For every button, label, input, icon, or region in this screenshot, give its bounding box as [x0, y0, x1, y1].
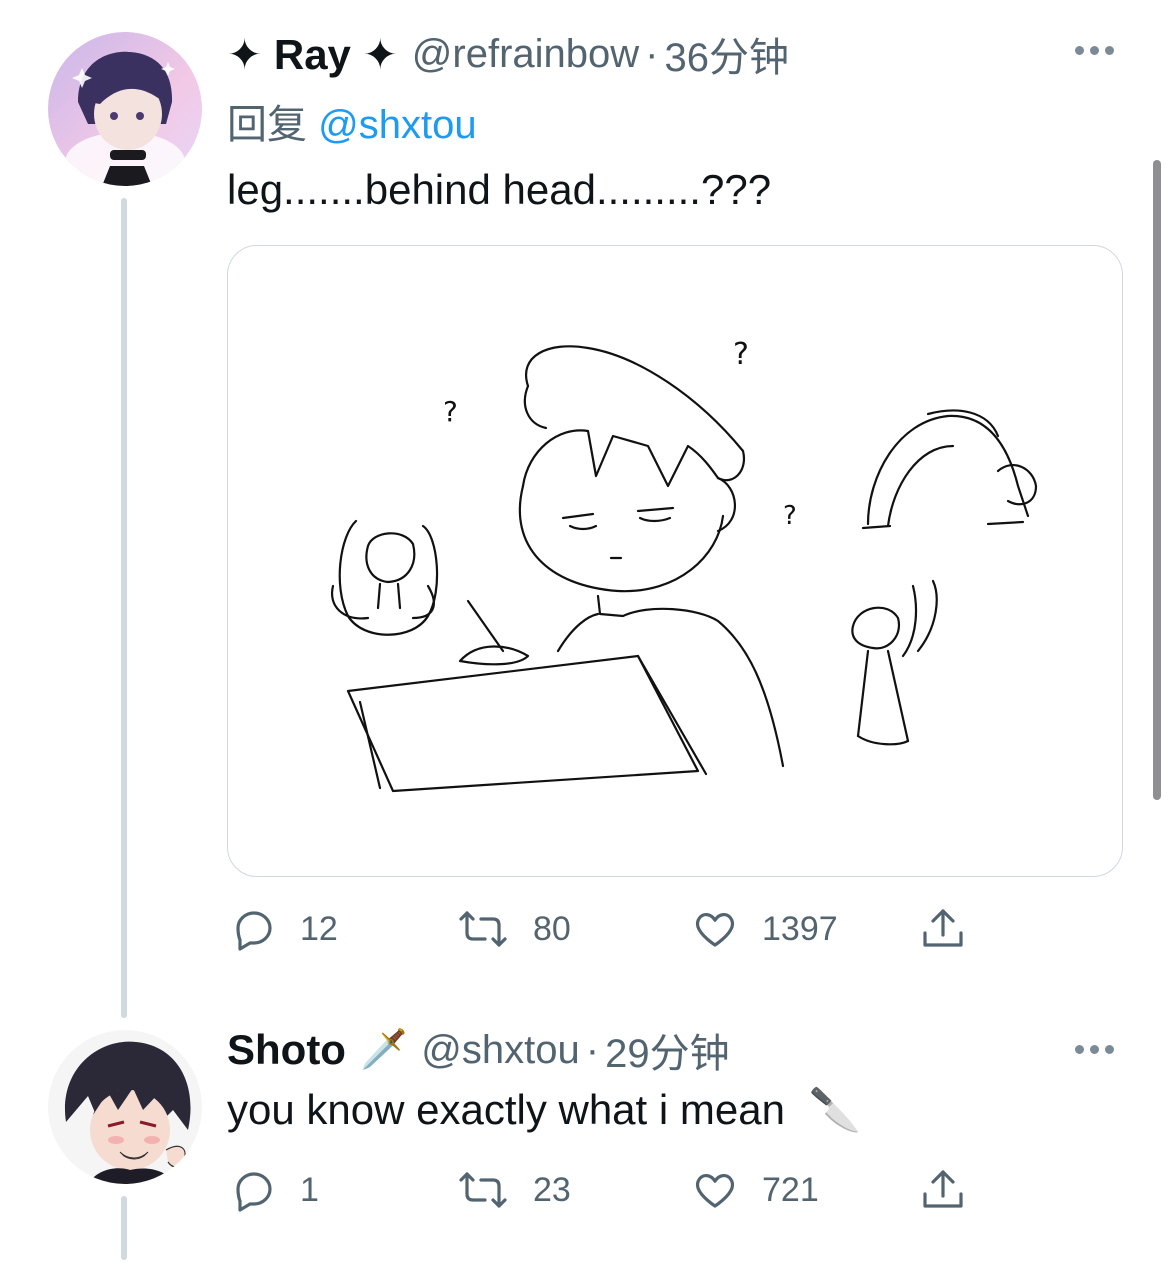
tweet-text: leg.......behind head.........???: [227, 166, 772, 213]
avatar[interactable]: [48, 1030, 202, 1184]
separator-dot: ·: [645, 31, 659, 76]
more-horizontal-icon[interactable]: [1075, 1045, 1114, 1054]
tweet-header: ✦ Ray ✦ @refrainbow · 36分钟: [227, 25, 789, 83]
svg-text:?: ?: [443, 395, 458, 428]
user-handle[interactable]: @shxtou: [421, 1028, 579, 1073]
svg-text:?: ?: [783, 501, 797, 531]
heart-icon: [690, 1166, 740, 1214]
like-action[interactable]: 1397: [690, 905, 838, 953]
reply-count: 1: [300, 1170, 319, 1209]
tweet-media-image[interactable]: ? ? ?: [227, 245, 1123, 877]
separator-dot: ·: [585, 1027, 600, 1072]
like-action[interactable]: 721: [690, 1166, 819, 1214]
svg-text:?: ?: [733, 337, 749, 372]
thread-line-bottom: [121, 1196, 127, 1260]
retweet-action[interactable]: 80: [455, 905, 571, 953]
more-horizontal-icon[interactable]: [1075, 46, 1114, 55]
tweet-text: you know exactly what i mean 🔪: [227, 1086, 861, 1135]
share-icon: [918, 905, 968, 953]
dagger-icon: 🗡️: [359, 1029, 408, 1071]
display-name[interactable]: ✦ Ray ✦: [227, 30, 398, 79]
retweet-icon: [455, 905, 511, 953]
tweet-text-body: you know exactly what i mean: [227, 1086, 785, 1133]
avatar[interactable]: [48, 32, 202, 186]
share-action[interactable]: [918, 1166, 968, 1214]
retweet-icon: [455, 1166, 511, 1214]
tweet-header: Shoto 🗡️ @shxtou · 29分钟: [227, 1024, 730, 1076]
retweet-count: 23: [533, 1170, 571, 1209]
thread-line: [121, 198, 127, 1018]
user-handle[interactable]: @refrainbow: [412, 32, 639, 77]
reply-context: 回复 @shxtou: [227, 92, 477, 150]
reply-icon: [230, 1166, 278, 1214]
timestamp[interactable]: 36分钟: [664, 25, 789, 83]
heart-icon: [690, 905, 740, 953]
reply-count: 12: [300, 909, 338, 948]
share-action[interactable]: [918, 905, 968, 953]
retweet-action[interactable]: 23: [455, 1166, 571, 1214]
reply-action[interactable]: 1: [230, 1166, 319, 1214]
scrollbar[interactable]: [1153, 160, 1161, 800]
reply-to-handle[interactable]: @shxtou: [318, 103, 476, 147]
share-icon: [918, 1166, 968, 1214]
retweet-count: 80: [533, 909, 571, 948]
reply-prefix: 回复: [227, 103, 307, 147]
display-name[interactable]: Shoto: [227, 1026, 346, 1074]
like-count: 1397: [762, 909, 838, 948]
like-count: 721: [762, 1170, 819, 1209]
reply-action[interactable]: 12: [230, 905, 338, 953]
knife-icon: 🔪: [808, 1086, 861, 1133]
reply-icon: [230, 905, 278, 953]
timestamp[interactable]: 29分钟: [605, 1021, 730, 1079]
